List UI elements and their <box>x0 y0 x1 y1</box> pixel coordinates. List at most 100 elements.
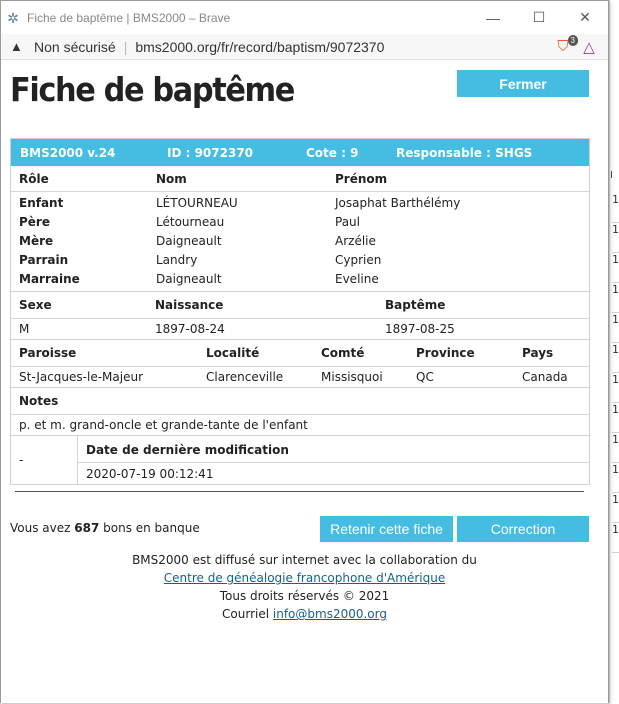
minimize-button[interactable]: — <box>470 1 516 34</box>
dates-values: M 1897-08-24 1897-08-25 <box>11 318 589 339</box>
close-button[interactable]: Fermer <box>457 70 589 97</box>
divider <box>15 491 584 492</box>
person-row: Enfant LÉTOURNEAU Josaphat Barthélémy <box>11 194 589 213</box>
background-header-cell: I <box>610 170 619 192</box>
background-header-text: I <box>610 170 613 181</box>
footer-rights: Tous droits réservés © 2021 <box>219 589 390 603</box>
paroisse-value: St-Jacques-le-Majeur <box>19 370 144 384</box>
person-nom: Landry <box>156 253 198 267</box>
email-prefix: Courriel <box>222 607 273 621</box>
maximize-button[interactable]: ☐ <box>516 1 562 34</box>
comte-value: Missisquoi <box>321 370 383 384</box>
close-window-button[interactable]: ✕ <box>562 1 608 34</box>
localite-value: Clarenceville <box>206 370 284 384</box>
browser-popup-window: ✲ Fiche de baptême | BMS2000 – Brave — ☐… <box>0 0 609 703</box>
background-cell: 1 <box>612 343 619 356</box>
background-row: 1 <box>612 493 619 523</box>
notes-section: Notes p. et m. grand-oncle et grande-tan… <box>11 387 589 435</box>
column-header: Localité <box>206 346 260 360</box>
dates-section: Sexe Naissance Baptême M 1897-08-24 1897… <box>11 291 589 339</box>
bank-balance: Vous avez 687 bons en banque <box>10 521 200 535</box>
province-value: QC <box>416 370 434 384</box>
background-cell: 1 <box>612 253 619 266</box>
column-header: Comté <box>321 346 365 360</box>
person-row: Marraine Daigneault Eveline <box>11 270 589 289</box>
security-label[interactable]: Non sécurisé <box>34 39 116 55</box>
column-header: Rôle <box>19 172 49 186</box>
email-link[interactable]: info@bms2000.org <box>273 607 387 621</box>
address-bar[interactable]: ▲ Non sécurisé | bms2000.org/fr/record/b… <box>1 34 608 60</box>
background-cell: 1 <box>612 313 619 326</box>
person-role: Mère <box>19 234 54 248</box>
sexe-value: M <box>19 322 30 336</box>
record-responsable: Responsable : SHGS <box>396 146 533 160</box>
background-row: 1 <box>612 373 619 403</box>
person-nom: LÉTOURNEAU <box>156 196 238 210</box>
person-prenom: Josaphat Barthélémy <box>335 196 461 210</box>
person-role: Marraine <box>19 272 80 286</box>
background-row: 1 <box>612 223 619 253</box>
place-values: St-Jacques-le-Majeur Clarenceville Missi… <box>11 366 589 387</box>
brave-rewards-icon[interactable]: △ <box>580 38 598 56</box>
bank-suffix: bons en banque <box>99 521 200 535</box>
footer-line: BMS2000 est diffusé sur internet avec la… <box>132 553 477 567</box>
modification-dash-cell: - <box>11 436 78 484</box>
column-header: Pays <box>522 346 554 360</box>
notes-text: p. et m. grand-oncle et grande-tante de … <box>19 418 308 432</box>
person-role: Parrain <box>19 253 69 267</box>
notes-values: p. et m. grand-oncle et grande-tante de … <box>11 414 589 435</box>
title-bar: ✲ Fiche de baptême | BMS2000 – Brave — ☐… <box>1 1 608 34</box>
person-prenom: Paul <box>335 215 360 229</box>
window-title: Fiche de baptême | BMS2000 – Brave <box>27 10 231 25</box>
bank-count: 687 <box>74 521 100 535</box>
notes-header: Notes <box>11 388 589 414</box>
background-row: 1 <box>612 283 619 313</box>
bank-prefix: Vous avez <box>10 521 75 535</box>
person-row: Père Létourneau Paul <box>11 213 589 232</box>
modification-section: - Date de dernière modification 2020-07-… <box>11 435 589 484</box>
background-cell: 1 <box>612 403 619 416</box>
column-header: Province <box>416 346 475 360</box>
brave-shield-icon[interactable]: ⛉ 3 <box>554 34 578 56</box>
keep-record-button[interactable]: Retenir cette fiche <box>320 516 453 542</box>
column-header: Prénom <box>335 172 388 186</box>
persons-header: Rôle Nom Prénom <box>11 166 589 192</box>
url-text[interactable]: bms2000.org/fr/record/baptism/9072370 <box>135 39 554 55</box>
person-prenom: Arzélie <box>335 234 376 248</box>
column-header: Naissance <box>155 298 224 312</box>
person-row: Mère Daigneault Arzélie <box>11 232 589 251</box>
person-nom: Létourneau <box>156 215 225 229</box>
person-role: Enfant <box>19 196 64 210</box>
person-prenom: Cyprien <box>335 253 382 267</box>
page-content: Fiche de baptême Fermer BMS2000 v.24 ID … <box>1 61 608 703</box>
background-cell: 1 <box>612 223 619 236</box>
background-cell: 1 <box>612 373 619 386</box>
background-row: 1 <box>612 343 619 373</box>
record-cote: Cote : 9 <box>306 146 359 160</box>
background-row: 1 <box>612 253 619 283</box>
warning-icon[interactable]: ▲ <box>10 39 26 54</box>
cgfa-link[interactable]: Centre de généalogie francophone d'Améri… <box>164 571 445 585</box>
notes-label: Notes <box>19 394 59 408</box>
column-header: Sexe <box>19 298 52 312</box>
background-row: 1 <box>612 523 619 553</box>
modification-date: 2020-07-19 00:12:41 <box>86 467 214 481</box>
background-row: 1 <box>612 463 619 493</box>
column-header: Paroisse <box>19 346 77 360</box>
background-row: 1 <box>612 433 619 463</box>
person-nom: Daigneault <box>156 234 222 248</box>
tree-icon: ✲ <box>7 9 19 26</box>
column-header: Baptême <box>385 298 446 312</box>
person-row: Parrain Landry Cyprien <box>11 251 589 270</box>
footer: BMS2000 est diffusé sur internet avec la… <box>1 551 608 623</box>
modification-dash: - <box>19 453 24 467</box>
background-cell: 1 <box>612 463 619 476</box>
pays-value: Canada <box>522 370 568 384</box>
place-header: Paroisse Localité Comté Province Pays <box>11 340 589 366</box>
correction-button[interactable]: Correction <box>457 516 589 542</box>
dates-header: Sexe Naissance Baptême <box>11 292 589 318</box>
background-row: 1 <box>612 193 619 223</box>
background-row: 1 <box>612 403 619 433</box>
address-separator: | <box>123 38 128 55</box>
person-role: Père <box>19 215 50 229</box>
